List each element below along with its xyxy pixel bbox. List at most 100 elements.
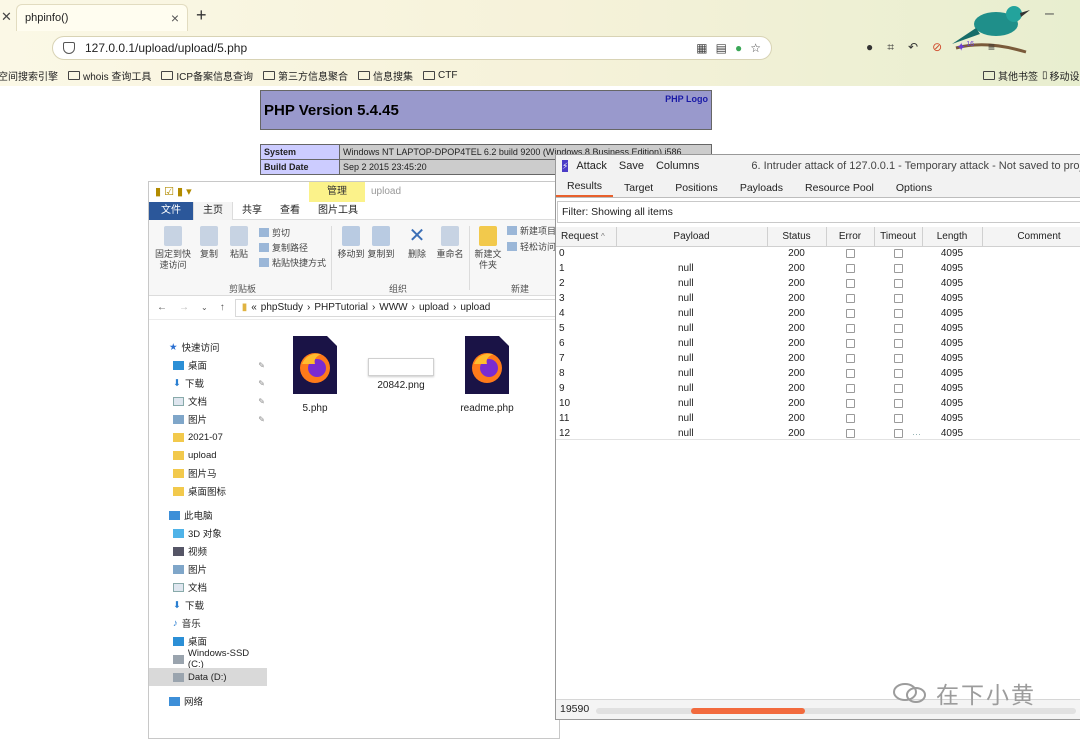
error-checkbox[interactable] [845,399,855,408]
puzzle-icon[interactable]: ✦16 [956,40,974,55]
timeout-checkbox[interactable] [893,339,903,348]
error-checkbox[interactable] [845,294,855,303]
breadcrumb-item[interactable]: upload [460,302,490,313]
nav-folder-2021-07[interactable]: 2021-07 [149,428,267,446]
timeout-checkbox[interactable] [893,414,903,423]
star-icon[interactable]: ☆ [750,41,761,55]
timeout-checkbox[interactable] [893,384,903,393]
url-text[interactable]: 127.0.0.1/upload/upload/5.php [85,41,688,55]
error-checkbox[interactable] [845,309,855,318]
new-tab-button[interactable]: + [196,5,207,26]
nav-videos[interactable]: 视频 [149,542,267,560]
table-row[interactable]: 0 200 4095 [556,246,1080,261]
recent-chevron-down-icon[interactable]: ⌄ [201,303,208,312]
column-comment[interactable]: Comment [982,227,1080,247]
timeout-checkbox[interactable] [893,279,903,288]
address-bar[interactable]: 127.0.0.1/upload/upload/5.php ▦ ▤ ● ☆ [52,36,772,60]
nav-documents[interactable]: 文档 ✎ [149,392,267,410]
table-row[interactable]: 2 null 200 4095 [556,276,1080,291]
tab-picture-tools[interactable]: 图片工具 [309,202,367,220]
paste-shortcut-button[interactable]: 粘贴快捷方式 [259,256,326,269]
nav-drive-d[interactable]: Data (D:) [149,668,267,686]
error-checkbox[interactable] [845,414,855,423]
nav-pc-downloads[interactable]: ⬇ 下载 [149,596,267,614]
column-payload[interactable]: Payload [616,227,768,247]
nav-music[interactable]: ♪ 音乐 [149,614,267,632]
nav-folder-picture-horse[interactable]: 图片马 [149,464,267,482]
file-item-5-php[interactable]: 5.php [279,334,351,414]
bookmark-item[interactable]: 空间搜索引擎 [0,68,58,83]
nav-drive-c[interactable]: Windows-SSD (C:) [149,648,267,670]
forward-arrow-icon[interactable]: → [179,302,189,313]
bookmark-item[interactable]: CTF [423,70,457,81]
bookmark-other[interactable]: 其他书签 [983,65,1038,85]
pin-quick-access-button[interactable]: 固定到快速访问 [153,226,193,271]
breadcrumb-item[interactable]: phpStudy [261,302,303,313]
timeout-checkbox[interactable] [893,354,903,363]
tab-payloads[interactable]: Payloads [729,182,794,197]
filter-bar[interactable]: Filter: Showing all items [557,201,1080,223]
tab-view[interactable]: 查看 [271,202,309,220]
error-checkbox[interactable] [845,339,855,348]
breadcrumb[interactable]: ▮ « phpStudy › PHPTutorial › WWW › upload › … [234,298,559,317]
nav-pc-pictures[interactable]: 图片 [149,560,267,578]
tab-results[interactable]: Results [556,180,614,197]
tab-positions[interactable]: Positions [664,182,729,197]
new-item-button[interactable]: 新建项目 [507,224,556,237]
crop-icon[interactable]: ⌗ [887,40,894,55]
minimize-icon[interactable]: – [1045,5,1054,23]
extension-icon[interactable]: ● [735,41,742,55]
tab-share[interactable]: 共享 [233,202,271,220]
table-row[interactable]: 7 null 200 4095 [556,351,1080,366]
column-request[interactable]: Request ^ [556,227,617,247]
timeout-checkbox[interactable] [893,309,903,318]
manage-tab[interactable]: 管理 [309,182,365,202]
bookmark-item[interactable]: whois 查询工具 [68,68,151,83]
table-row[interactable]: 9 null 200 4095 [556,381,1080,396]
close-icon[interactable]: ✕ [1,9,12,25]
error-checkbox[interactable] [845,264,855,273]
table-row[interactable]: 1 null 200 4095 [556,261,1080,276]
error-checkbox[interactable] [845,354,855,363]
nav-3d-objects[interactable]: 3D 对象 [149,524,267,542]
back-arrow-icon[interactable]: ↶ [908,40,918,55]
timeout-checkbox[interactable] [893,294,903,303]
file-item-20842-png[interactable]: 20842.png [365,334,437,391]
error-checkbox[interactable] [845,384,855,393]
move-to-button[interactable]: 移动到 [337,226,365,260]
menu-save[interactable]: Save [619,160,644,172]
menu-icon[interactable]: ≡ [988,40,995,55]
column-timeout[interactable]: Timeout [874,227,923,247]
copy-path-button[interactable]: 复制路径 [259,241,308,254]
error-checkbox[interactable] [845,324,855,333]
tab-close-icon[interactable]: × [171,10,179,26]
reader-icon[interactable]: ▤ [716,41,727,55]
table-row[interactable]: 4 null 200 4095 [556,306,1080,321]
menu-attack[interactable]: Attack [576,160,607,172]
breadcrumb-item[interactable]: upload [419,302,449,313]
table-row[interactable]: 10 null 200 4095 [556,396,1080,411]
nav-pc-documents[interactable]: 文档 [149,578,267,596]
nav-this-pc[interactable]: 此电脑 [149,506,267,524]
copy-button[interactable]: 复制 [197,226,221,260]
bookmark-item[interactable]: 信息搜集 [358,68,413,83]
qr-code-icon[interactable]: ▦ [696,41,707,55]
tab-home[interactable]: 主页 [193,201,233,220]
breadcrumb-item[interactable]: WWW [379,302,407,313]
quick-access-toolbar-icon[interactable]: ▮ ☑ ▮ ▾ [155,185,192,198]
nav-quick-access[interactable]: ★ 快速访问 [149,338,267,356]
tab-resource-pool[interactable]: Resource Pool [794,182,885,197]
table-row[interactable]: 11 null 200 4095 [556,411,1080,426]
bookmark-item[interactable]: 第三方信息聚合 [263,68,348,83]
scrollbar-thumb[interactable] [691,708,805,714]
up-arrow-icon[interactable]: ↑ [220,302,225,313]
timeout-checkbox[interactable] [893,399,903,408]
rename-button[interactable]: 重命名 [435,226,465,260]
timeout-checkbox[interactable] [893,264,903,273]
error-checkbox[interactable] [845,279,855,288]
tab-options[interactable]: Options [885,182,943,197]
nav-desktop[interactable]: 桌面 ✎ [149,356,267,374]
delete-button[interactable]: ✕ 删除 [405,226,429,260]
paste-button[interactable]: 粘贴 [227,226,251,260]
table-row[interactable]: 8 null 200 4095 [556,366,1080,381]
